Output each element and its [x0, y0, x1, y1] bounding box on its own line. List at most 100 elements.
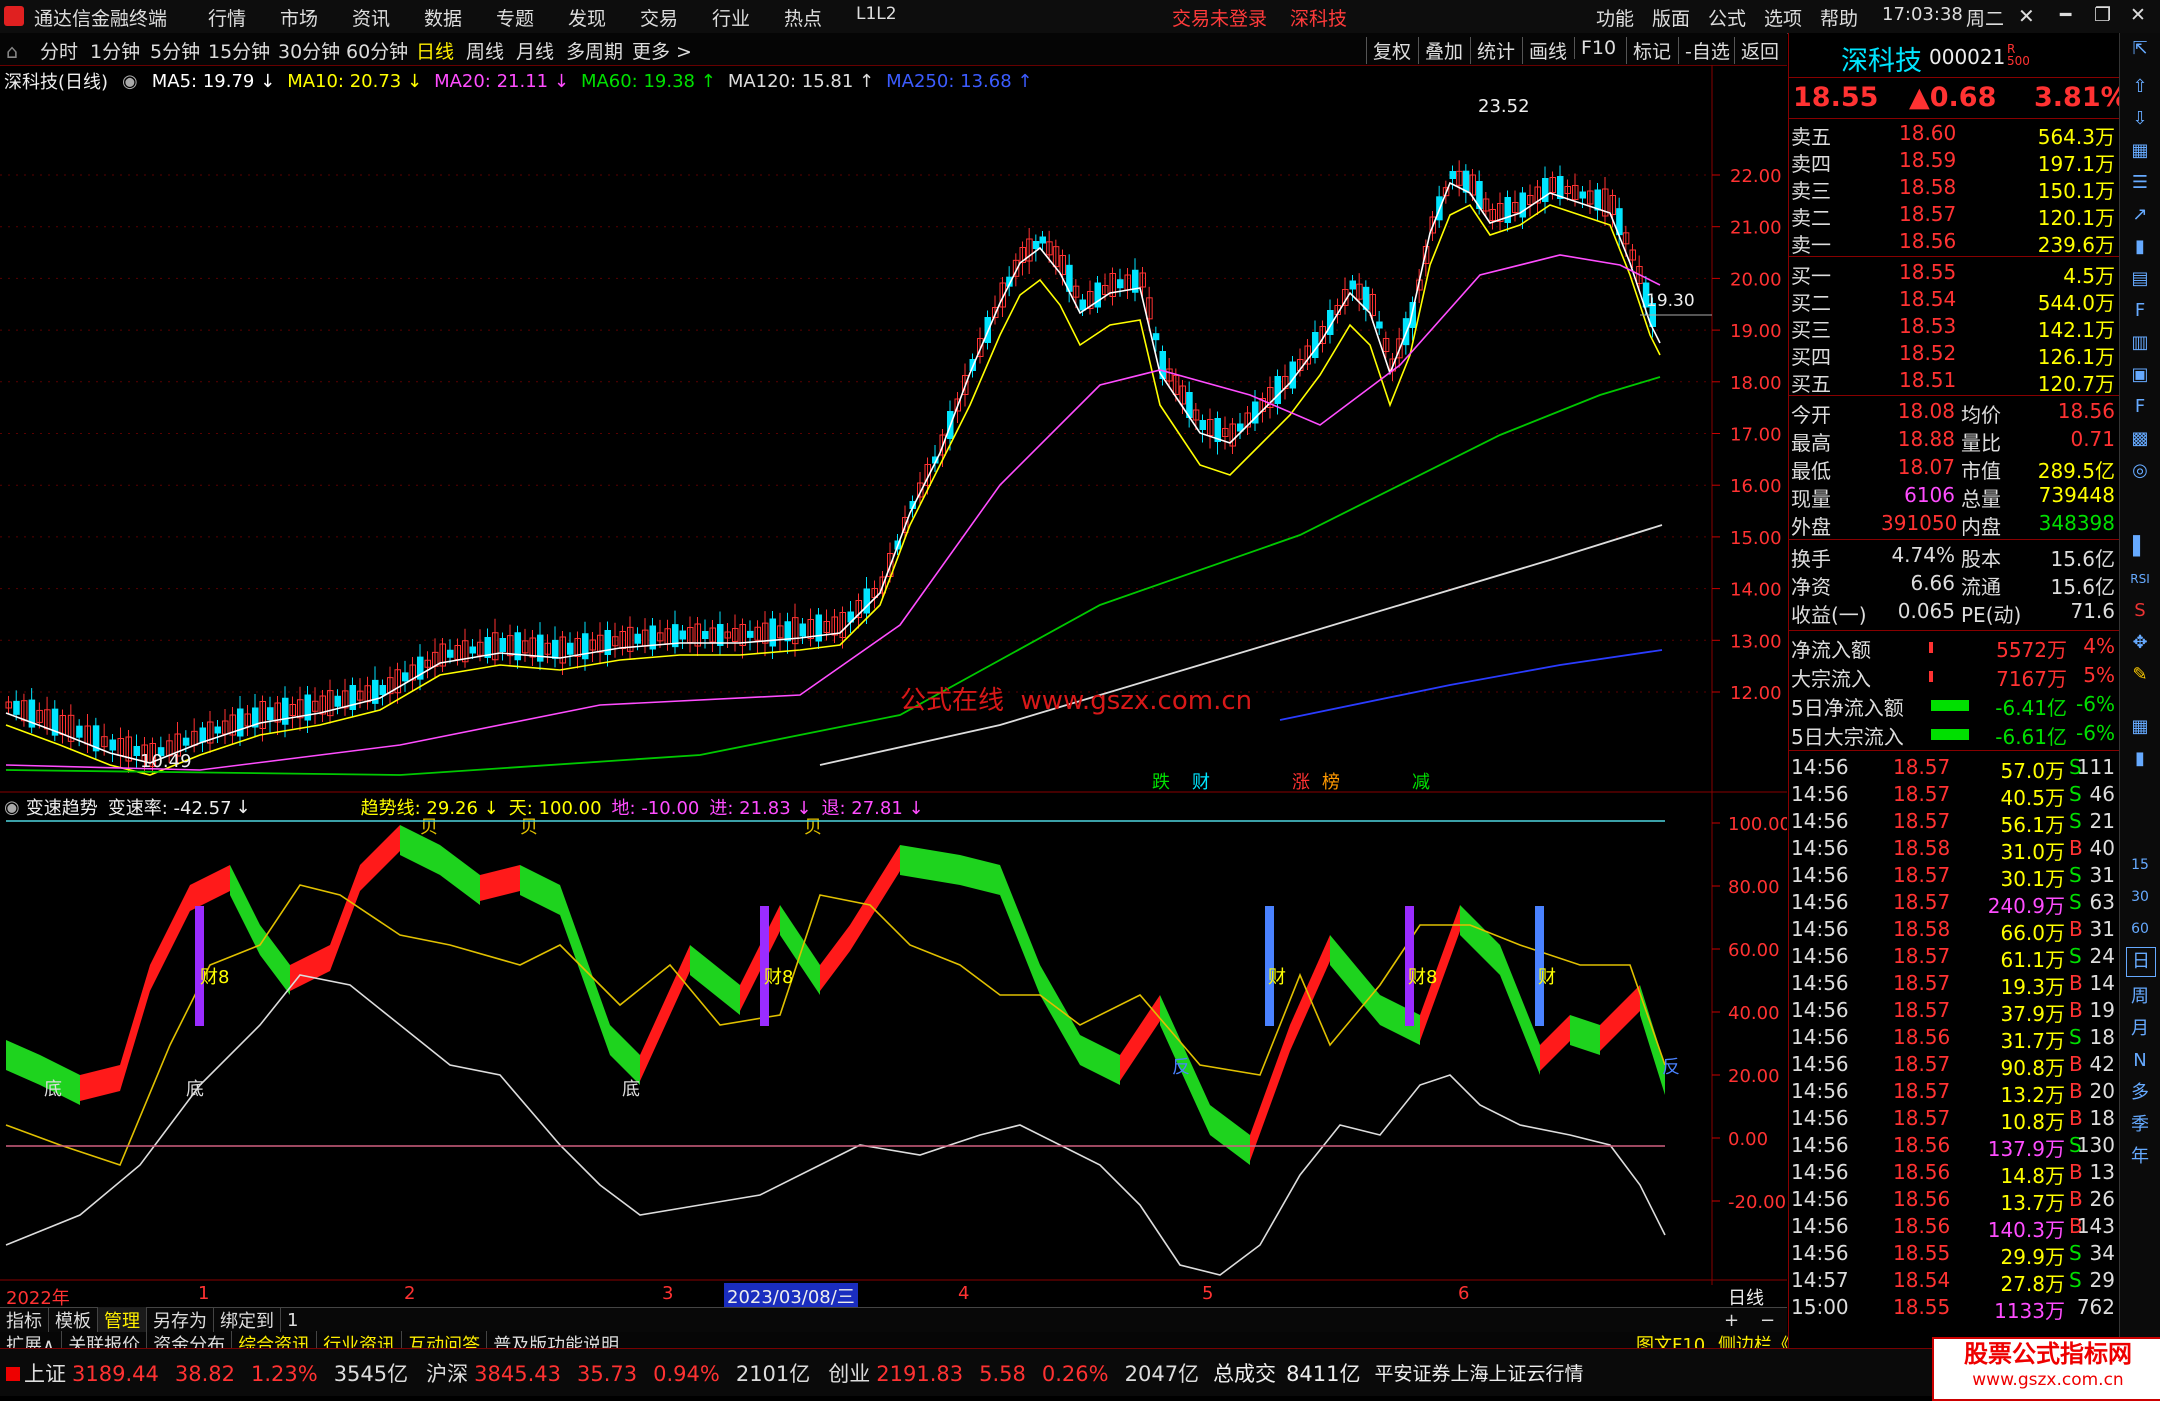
zoom-in-icon[interactable]: + [1724, 1310, 1739, 1331]
restore-icon[interactable]: ❐ [2094, 4, 2111, 26]
candle-body[interactable] [282, 697, 289, 725]
menu-layout[interactable]: 版面 [1652, 4, 1690, 31]
period-tab-daily[interactable]: 日线 [416, 37, 454, 64]
candle-body[interactable] [182, 737, 190, 746]
period-tab-timeshare[interactable]: 分时 [40, 37, 78, 64]
draw-button[interactable]: 画线 [1522, 37, 1567, 64]
candle-body[interactable] [199, 727, 206, 743]
down-arrow-icon[interactable]: ⇩ [2126, 105, 2154, 133]
bars-icon[interactable]: ▌ [2126, 533, 2154, 561]
candle-body[interactable] [815, 614, 822, 642]
candle-body[interactable] [799, 623, 806, 637]
event-tag[interactable]: 榜 [1322, 768, 1340, 794]
move-icon[interactable]: ✥ [2126, 629, 2154, 657]
s-icon[interactable]: S [2126, 597, 2154, 625]
candle-body[interactable] [214, 726, 221, 734]
candle-body[interactable] [267, 707, 274, 721]
candle-body[interactable] [1032, 241, 1040, 249]
window-close-icon[interactable]: ✕ [2130, 4, 2146, 26]
candle-body[interactable] [514, 632, 521, 661]
period-tab-30min[interactable]: 30分钟 [278, 37, 340, 64]
period-tab-weekly[interactable]: 周线 [466, 37, 504, 64]
adjust-button[interactable]: 复权 [1366, 37, 1411, 64]
stats-button[interactable]: 统计 [1470, 37, 1515, 64]
candle-body[interactable] [499, 638, 506, 652]
circle-icon[interactable]: ◎ [2126, 457, 2154, 485]
tab-indicator[interactable]: 指标 [0, 1307, 49, 1333]
trade-login-status[interactable]: 交易未登录 [1172, 4, 1267, 31]
f10-icon[interactable]: F [2126, 297, 2154, 325]
candle-body[interactable] [237, 708, 244, 737]
broker-name[interactable]: 平安证券上海上证云行情 [1375, 1359, 1584, 1386]
candle-body[interactable] [1289, 361, 1296, 389]
candle-body[interactable] [76, 725, 83, 738]
period-tab-5min[interactable]: 5分钟 [150, 37, 200, 64]
tab-save-as[interactable]: 另存为 [147, 1307, 214, 1333]
period-30[interactable]: 30 [2126, 883, 2154, 911]
candle-body[interactable] [702, 631, 709, 639]
menu-help[interactable]: 帮助 [1820, 4, 1858, 31]
period-multi[interactable]: 多 [2126, 1079, 2154, 1107]
candle-body[interactable] [863, 588, 870, 614]
period-tab-more[interactable]: 更多 > [632, 37, 692, 64]
candle-body[interactable] [1594, 189, 1601, 211]
candle-body[interactable] [1462, 170, 1470, 193]
kline-chart[interactable]: 22.00 21.00 20.00 19.00 18.00 17.00 16.00 15.00… [0, 65, 1787, 1285]
doc-icon[interactable]: ▣ [2126, 361, 2154, 389]
back-button[interactable]: 返回 [1734, 37, 1779, 64]
chart-icon[interactable]: ▩ [2126, 425, 2154, 453]
candle-body[interactable] [1449, 171, 1456, 179]
tab-manage[interactable]: 管理 [98, 1307, 147, 1333]
candle-body[interactable] [582, 633, 589, 660]
candle-body[interactable] [109, 739, 116, 751]
tab-number[interactable]: 1 [281, 1310, 304, 1331]
event-tag[interactable]: 财 [1192, 768, 1210, 794]
candle-body[interactable] [769, 618, 776, 647]
candle-body[interactable] [1349, 280, 1356, 290]
trend-icon[interactable]: ↗ [2126, 201, 2154, 229]
tab-template[interactable]: 模板 [49, 1307, 98, 1333]
minimize-icon[interactable]: ━ [2060, 4, 2071, 26]
candle-body[interactable] [679, 630, 686, 640]
period-tab-monthly[interactable]: 月线 [516, 37, 554, 64]
page-icon[interactable]: ▤ [2126, 265, 2154, 293]
candle-body[interactable] [1117, 279, 1124, 289]
menu-function[interactable]: 功能 [1596, 4, 1634, 31]
pen-icon[interactable]: ✎ [2126, 661, 2154, 689]
menu-info[interactable]: 资讯 [352, 4, 390, 31]
rsi-label[interactable]: RSI [2126, 565, 2154, 593]
candle-body[interactable] [1409, 302, 1416, 328]
index-item[interactable]: 上证 3189.44 38.82 1.23% 3545亿 [6, 1358, 408, 1388]
menu-options[interactable]: 选项 [1764, 4, 1802, 31]
grid2-icon[interactable]: ▦ [2126, 713, 2154, 741]
candle-body[interactable] [747, 630, 754, 638]
index-item[interactable]: 创业 2191.83 5.58 0.26% 2047亿 [828, 1358, 1199, 1388]
table-icon[interactable]: ▥ [2126, 329, 2154, 357]
zoom-out-icon[interactable]: − [1760, 1310, 1775, 1331]
mark-button[interactable]: 标记 [1626, 37, 1671, 64]
menu-trade[interactable]: 交易 [640, 4, 678, 31]
candle-body[interactable] [304, 694, 311, 721]
menu-quotes[interactable]: 行情 [208, 4, 246, 31]
overlay-button[interactable]: 叠加 [1418, 37, 1463, 64]
period-quarter[interactable]: 季 [2126, 1111, 2154, 1139]
period-tab-15min[interactable]: 15分钟 [208, 37, 270, 64]
period-15[interactable]: 15 [2126, 851, 2154, 879]
grid-icon[interactable]: ▦ [2126, 137, 2154, 165]
list-icon[interactable]: ☰ [2126, 169, 2154, 197]
menu-discover[interactable]: 发现 [568, 4, 606, 31]
candle-body[interactable] [1312, 332, 1319, 358]
menu-industry[interactable]: 行业 [712, 4, 750, 31]
menu-market[interactable]: 市场 [280, 4, 318, 31]
candle-body[interactable] [1039, 236, 1046, 244]
period-year[interactable]: 年 [2126, 1143, 2154, 1171]
candle-body[interactable] [334, 695, 341, 707]
candle-body[interactable] [447, 649, 454, 658]
menu-data[interactable]: 数据 [424, 4, 462, 31]
menu-topic[interactable]: 专题 [496, 4, 534, 31]
candle-body[interactable] [379, 685, 386, 695]
collapse-icon[interactable]: ⇱ [2126, 35, 2154, 63]
period-n[interactable]: N [2126, 1047, 2154, 1075]
menu-formula[interactable]: 公式 [1708, 4, 1746, 31]
period-week[interactable]: 周 [2126, 983, 2154, 1011]
